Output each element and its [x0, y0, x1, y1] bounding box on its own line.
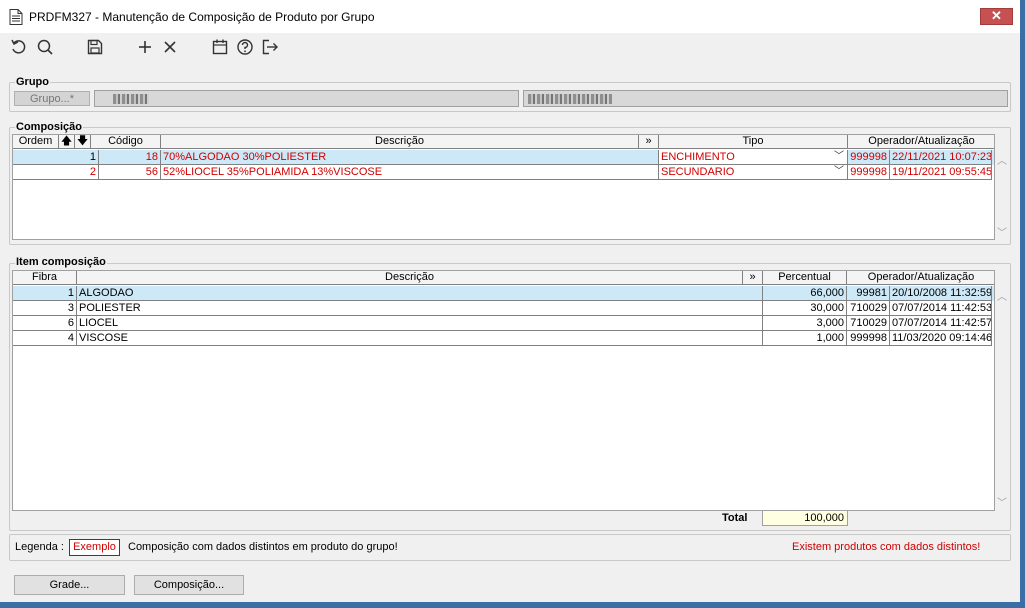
total-value: 100,000	[762, 510, 848, 526]
main-window: PRDFM327 - Manutenção de Composição de P…	[0, 0, 1025, 608]
grupo-section-label: Grupo	[15, 76, 50, 88]
move-down-icon[interactable]: 🡇	[75, 135, 91, 149]
composicao-grid[interactable]: Ordem 🡅 🡇 Código Descrição » Tipo Operad…	[12, 134, 995, 240]
window-border-right	[1020, 0, 1025, 608]
cell-data: 07/07/2014 11:42:53	[890, 301, 992, 316]
cell-data: 20/10/2008 11:32:59	[890, 286, 992, 301]
chevron-down-icon[interactable]: ﹀	[834, 150, 844, 164]
scroll-up-icon[interactable]: ︿	[997, 152, 1007, 167]
cell-ordem: 1	[13, 150, 99, 165]
close-button[interactable]: ✕	[980, 8, 1013, 25]
cell-operador: 710029	[847, 301, 890, 316]
cell-operador: 999998	[847, 331, 890, 346]
grupo-button[interactable]: Grupo...*	[14, 91, 90, 106]
warning-text: Existem produtos com dados distintos!	[792, 541, 981, 553]
legend-example: Exemplo	[69, 539, 120, 556]
move-up-icon[interactable]: 🡅	[59, 135, 75, 149]
table-row[interactable]: 1 ALGODAO 66,000 99981 20/10/2008 11:32:…	[13, 286, 994, 301]
cell-operador: 99981	[847, 286, 890, 301]
grupo-name-field[interactable]	[523, 90, 1008, 107]
cell-descricao: 70%ALGODAO 30%POLIESTER	[161, 150, 659, 165]
save-icon[interactable]	[86, 38, 104, 56]
cell-codigo: 18	[99, 150, 161, 165]
cell-percentual: 30,000	[763, 301, 847, 316]
cell-operador: 999998	[848, 165, 890, 180]
cell-descricao: ALGODAO	[77, 286, 763, 301]
calendar-icon[interactable]	[211, 38, 229, 56]
grade-button[interactable]: Grade...	[14, 575, 125, 595]
cell-codigo: 56	[99, 165, 161, 180]
col-header-ordem[interactable]: Ordem	[13, 135, 59, 149]
cell-fibra: 6	[13, 316, 77, 331]
cell-descricao: POLIESTER	[77, 301, 763, 316]
col-header-operador[interactable]: Operador/Atualização	[848, 135, 994, 149]
toolbar	[0, 33, 1020, 61]
legend-text: Composição com dados distintos em produt…	[128, 541, 398, 553]
redacted-text	[528, 94, 612, 104]
cell-percentual: 3,000	[763, 316, 847, 331]
item-composicao-section-label: Item composição	[15, 256, 107, 268]
exit-icon[interactable]	[261, 38, 279, 56]
table-row[interactable]: 1 18 70%ALGODAO 30%POLIESTER ENCHIMENTO …	[13, 150, 994, 165]
delete-icon[interactable]	[161, 38, 179, 56]
scroll-down-icon[interactable]: ﹀	[997, 224, 1007, 239]
composicao-section-label: Composição	[15, 121, 84, 133]
scroll-down-icon[interactable]: ﹀	[997, 494, 1007, 509]
col-header-fibra[interactable]: Fibra	[13, 271, 77, 285]
col-header-percentual[interactable]: Percentual	[763, 271, 847, 285]
cell-fibra: 3	[13, 301, 77, 316]
cell-fibra: 4	[13, 331, 77, 346]
col-header-descricao[interactable]: Descrição	[77, 271, 743, 285]
total-label: Total	[722, 512, 748, 524]
cell-descricao: VISCOSE	[77, 331, 763, 346]
chevron-down-icon[interactable]: ﹀	[834, 165, 844, 179]
cell-operador: 710029	[847, 316, 890, 331]
table-row[interactable]: 2 56 52%LIOCEL 35%POLIAMIDA 13%VISCOSE S…	[13, 165, 994, 180]
redacted-text	[113, 94, 149, 104]
cell-percentual: 1,000	[763, 331, 847, 346]
search-icon[interactable]	[36, 38, 54, 56]
scroll-up-icon[interactable]: ︿	[997, 288, 1007, 303]
window-border-bottom	[0, 602, 1025, 608]
cell-data: 11/03/2020 09:14:46	[890, 331, 992, 346]
cell-percentual: 66,000	[763, 286, 847, 301]
cell-operador: 999998	[848, 150, 890, 165]
table-row[interactable]: 4 VISCOSE 1,000 999998 11/03/2020 09:14:…	[13, 331, 994, 346]
tipo-select[interactable]: SECUNDARIO ﹀	[659, 165, 848, 180]
expand-icon[interactable]: »	[639, 135, 659, 149]
cell-fibra: 1	[13, 286, 77, 301]
undo-icon[interactable]	[10, 38, 28, 56]
cell-descricao: LIOCEL	[77, 316, 763, 331]
col-header-codigo[interactable]: Código	[91, 135, 161, 149]
cell-data: 07/07/2014 11:42:57	[890, 316, 992, 331]
cell-descricao: 52%LIOCEL 35%POLIAMIDA 13%VISCOSE	[161, 165, 659, 180]
item-composicao-grid[interactable]: Fibra Descrição » Percentual Operador/At…	[12, 270, 995, 511]
document-icon	[9, 9, 23, 25]
title-bar: PRDFM327 - Manutenção de Composição de P…	[0, 0, 1025, 33]
tipo-select-value: ENCHIMENTO	[661, 151, 735, 163]
cell-ordem: 2	[13, 165, 99, 180]
composicao-button[interactable]: Composição...	[134, 575, 244, 595]
tipo-select-value: SECUNDARIO	[661, 166, 735, 178]
grupo-code-field[interactable]	[94, 90, 519, 107]
cell-data: 19/11/2021 09:55:45	[890, 165, 992, 180]
col-header-descricao[interactable]: Descrição	[161, 135, 639, 149]
help-icon[interactable]	[236, 38, 254, 56]
tipo-select[interactable]: ENCHIMENTO ﹀	[659, 150, 848, 165]
add-icon[interactable]	[136, 38, 154, 56]
legend-label: Legenda :	[15, 541, 64, 553]
cell-data: 22/11/2021 10:07:23	[890, 150, 992, 165]
col-header-tipo[interactable]: Tipo	[659, 135, 848, 149]
table-row[interactable]: 3 POLIESTER 30,000 710029 07/07/2014 11:…	[13, 301, 994, 316]
window-title: PRDFM327 - Manutenção de Composição de P…	[29, 10, 375, 24]
expand-icon[interactable]: »	[743, 271, 763, 285]
col-header-operador[interactable]: Operador/Atualização	[847, 271, 994, 285]
table-row[interactable]: 6 LIOCEL 3,000 710029 07/07/2014 11:42:5…	[13, 316, 994, 331]
